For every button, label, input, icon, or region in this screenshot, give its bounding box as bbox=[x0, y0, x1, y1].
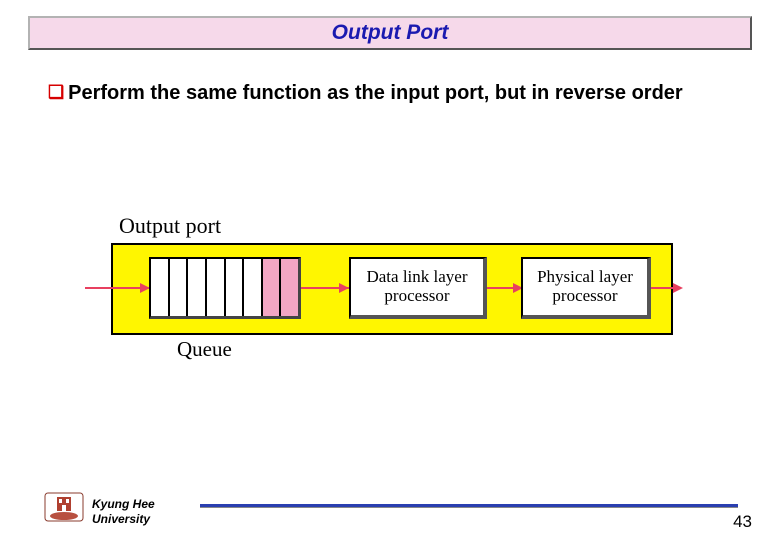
queue-cell bbox=[151, 259, 170, 316]
footer-line1: Kyung Hee bbox=[92, 497, 155, 511]
queue-cell bbox=[207, 259, 226, 316]
queue-box bbox=[149, 257, 301, 319]
queue-cell bbox=[188, 259, 207, 316]
footer-university: Kyung Hee University bbox=[92, 497, 155, 526]
footer-line2: University bbox=[92, 512, 150, 526]
data-link-processor-box: Data link layer processor bbox=[349, 257, 487, 319]
bullet-marker-icon: ❑ bbox=[48, 80, 64, 104]
queue-cell-filled bbox=[281, 259, 298, 316]
bullet-item: ❑Perform the same function as the input … bbox=[48, 80, 732, 107]
physical-processor-box: Physical layer processor bbox=[521, 257, 651, 319]
bullet-text: Perform the same function as the input p… bbox=[68, 82, 683, 104]
queue-cell bbox=[226, 259, 245, 316]
queue-cell bbox=[244, 259, 263, 316]
arrow-right-icon bbox=[339, 283, 349, 293]
queue-cell-filled bbox=[263, 259, 282, 316]
university-logo-icon bbox=[44, 492, 84, 522]
page-number: 43 bbox=[733, 512, 752, 532]
slide-title-bar: Output Port bbox=[28, 16, 752, 50]
queue-cell bbox=[170, 259, 189, 316]
diagram-title: Output port bbox=[119, 213, 221, 239]
footer-divider bbox=[200, 504, 738, 508]
slide-title: Output Port bbox=[332, 21, 449, 45]
output-port-diagram: Output port Queue Data link layer proces… bbox=[85, 225, 680, 375]
arrow-right-icon bbox=[673, 283, 683, 293]
queue-label: Queue bbox=[177, 337, 232, 362]
